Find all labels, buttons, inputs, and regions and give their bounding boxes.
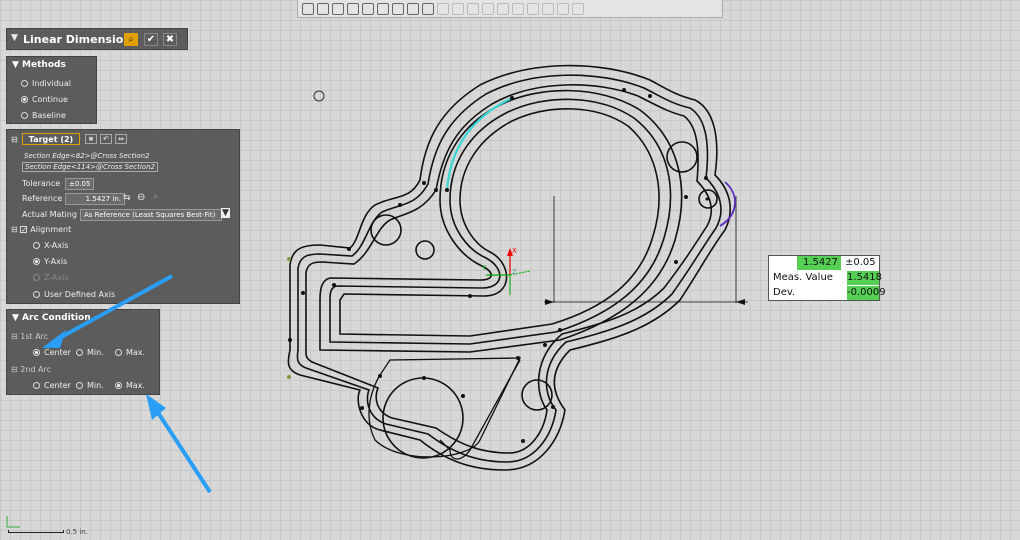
box-view-icon[interactable]: [317, 2, 329, 15]
line-tool-icon[interactable]: [437, 2, 449, 15]
iso-view-icon[interactable]: [332, 2, 344, 15]
cad-viewport[interactable]: Z Y X 1.5427 ±0.05 Meas. Value 1.5418 De…: [0, 0, 1020, 540]
x-axis-label: X: [512, 247, 517, 255]
measure-tool-icon[interactable]: [512, 2, 524, 15]
meas-value-label: Meas. Value: [773, 272, 833, 283]
scale-bar-label: 0.5 in.: [66, 528, 88, 536]
annotation-arrow-1: [42, 274, 212, 494]
view-mode-icon[interactable]: [302, 2, 314, 15]
view-toolbar: [297, 0, 723, 18]
arc-tool-icon[interactable]: [482, 2, 494, 15]
measurement-callout[interactable]: 1.5427 ±0.05 Meas. Value 1.5418 Dev. -0.…: [768, 255, 886, 301]
layer-toggle-icon[interactable]: [422, 2, 434, 15]
z-axis-label: Z: [512, 268, 517, 276]
side-view-icon[interactable]: [377, 2, 389, 15]
front-view-icon[interactable]: [347, 2, 359, 15]
fit-view-icon[interactable]: [392, 2, 404, 15]
reference-value: 1.5427: [797, 256, 841, 270]
annotation-tool-icon[interactable]: [557, 2, 569, 15]
dev-label: Dev.: [773, 287, 796, 298]
top-view-icon[interactable]: [362, 2, 374, 15]
grid-toggle-icon[interactable]: [407, 2, 419, 15]
export-tool-icon[interactable]: [572, 2, 584, 15]
tolerance-value: ±0.05: [845, 257, 876, 268]
circle-tool-icon[interactable]: [467, 2, 479, 15]
y-axis-label: Y: [482, 264, 487, 272]
meas-value: 1.5418: [847, 271, 882, 285]
spline-tool-icon[interactable]: [497, 2, 509, 15]
section-tool-icon[interactable]: [542, 2, 554, 15]
rect-tool-icon[interactable]: [452, 2, 464, 15]
corner-axis-icon: [6, 516, 20, 528]
dev-value: -0.0009: [847, 286, 886, 300]
angle-tool-icon[interactable]: [527, 2, 539, 15]
